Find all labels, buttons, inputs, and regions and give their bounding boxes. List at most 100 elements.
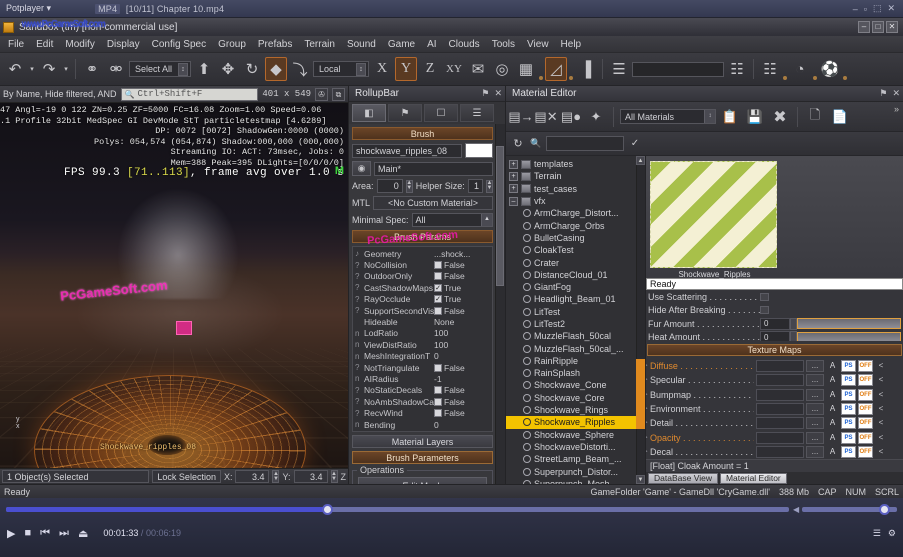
tree-folder-templates[interactable]: + templates	[506, 158, 645, 170]
playlist-icon[interactable]: ☰	[873, 528, 881, 539]
scroll-down-icon[interactable]: ▼	[636, 475, 645, 484]
layer-name-input[interactable]: Main*	[374, 161, 493, 176]
tree-material-item[interactable]: RainSplash	[506, 367, 645, 379]
volume-handle[interactable]	[878, 503, 890, 515]
me-tab-database-view[interactable]: DataBase View	[648, 472, 718, 484]
settings-gear-icon[interactable]: ⚙	[888, 528, 896, 539]
rollup-tab-0[interactable]: ◧	[352, 104, 386, 122]
expand-texture-button[interactable]: <	[875, 446, 887, 458]
tree-material-item[interactable]: Superpunch_Distor...	[506, 465, 645, 477]
tree-folder-vfx[interactable]: – vfx	[506, 195, 645, 207]
texture-path-input[interactable]	[756, 417, 804, 430]
tree-material-item[interactable]: ShockwaveDistorti...	[506, 441, 645, 453]
tree-material-item[interactable]: Crater	[506, 256, 645, 268]
tree-material-item[interactable]: ArmCharge_Orbs	[506, 219, 645, 231]
photoshop-icon[interactable]: PS	[841, 388, 856, 401]
expand-texture-button[interactable]: <	[875, 403, 887, 415]
tree-material-item[interactable]: RainRipple	[506, 355, 645, 367]
texture-maps-header[interactable]: Texture Maps	[647, 343, 902, 356]
assign-texture-button[interactable]: A	[826, 360, 839, 372]
texture-map-row[interactable]: Decal . . . . . . . . . . . . . . . . ..…	[646, 445, 903, 459]
seek-handle[interactable]	[322, 503, 334, 515]
checkbox-icon[interactable]	[434, 283, 442, 292]
property-row[interactable]: Use Scattering . . . . . . . . . . . .	[648, 290, 901, 304]
menu-item-ai[interactable]: AI	[427, 39, 436, 50]
checkbox-icon[interactable]	[434, 306, 442, 315]
tree-material-item[interactable]: GiantFog	[506, 281, 645, 293]
brush-params-header[interactable]: Brush Params	[352, 230, 493, 243]
grid-dropdown-dot-icon[interactable]	[539, 76, 543, 80]
param-row[interactable]: ? SupportSecondVis False	[353, 305, 492, 316]
checkbox-icon[interactable]	[760, 306, 769, 315]
checkbox-icon[interactable]	[434, 397, 442, 406]
viewport-maximize-icon[interactable]: ✇	[315, 87, 328, 101]
goto-position-input[interactable]	[632, 61, 724, 77]
copy-material-icon[interactable]: 📋	[719, 106, 741, 128]
move-tool-icon[interactable]: ✥	[217, 57, 239, 81]
checkbox-icon[interactable]	[434, 295, 442, 304]
param-row[interactable]: ♪ Geometry ...shock...	[353, 248, 492, 259]
material-tree[interactable]: + templates + Terrain + test_cases – vfx ArmChar…	[506, 156, 646, 484]
assign-texture-button[interactable]: A	[826, 446, 839, 458]
checkbox-icon[interactable]	[434, 363, 442, 372]
chevron-down-icon[interactable]: ↕	[178, 62, 188, 76]
material-search-input[interactable]	[546, 136, 624, 151]
next-button[interactable]: ⏭	[59, 527, 69, 540]
axis-x-button[interactable]: X	[371, 57, 393, 81]
undo-button[interactable]: ↶	[4, 57, 26, 81]
chevron-down-icon[interactable]: ▲	[481, 214, 492, 226]
param-value[interactable]: 100	[434, 340, 492, 350]
tree-scroll-thumb[interactable]	[636, 359, 645, 430]
checkbox-icon[interactable]	[760, 292, 769, 301]
tree-material-item[interactable]: MuzzleFlash_50cal_...	[506, 342, 645, 354]
menu-item-sound[interactable]: Sound	[347, 39, 376, 50]
apply-search-icon[interactable]: ✓	[628, 136, 642, 152]
custom-material-button[interactable]: <No Custom Material>	[373, 196, 493, 210]
param-value[interactable]: False	[434, 260, 492, 270]
param-row[interactable]: ? NotTriangulate False	[353, 362, 492, 373]
tree-material-item[interactable]: Shockwave_Rings	[506, 404, 645, 416]
menu-item-edit[interactable]: Edit	[36, 39, 53, 50]
expander-icon[interactable]: –	[509, 196, 518, 206]
tree-material-item[interactable]: Shockwave_Ripples	[506, 416, 645, 429]
photoshop-icon[interactable]: PS	[841, 417, 856, 430]
terrain-dropdown-dot-icon[interactable]	[813, 76, 817, 80]
param-value[interactable]: -1	[434, 374, 492, 384]
y-value-input[interactable]: 3.4	[293, 470, 328, 483]
param-value[interactable]: False	[434, 385, 492, 395]
select-tool-icon[interactable]: ⬆	[193, 57, 215, 81]
assign-texture-button[interactable]: A	[826, 374, 839, 386]
expand-texture-button[interactable]: <	[875, 432, 887, 444]
assign-texture-button[interactable]: A	[826, 417, 839, 429]
param-row[interactable]: n ViewDistRatio 100	[353, 339, 492, 350]
expand-texture-button[interactable]: <	[875, 389, 887, 401]
property-row[interactable]: Heat Amount . . . . . . . . . . . . .0	[648, 331, 901, 341]
param-value[interactable]: False	[434, 408, 492, 418]
rollup-tab-2[interactable]: ☐	[424, 104, 458, 122]
seek-slider[interactable]	[6, 503, 789, 515]
tree-material-item[interactable]: CloakTest	[506, 244, 645, 256]
param-row[interactable]: ? NoCollision False	[353, 259, 492, 270]
menu-item-game[interactable]: Game	[388, 39, 415, 50]
texture-path-input[interactable]	[756, 360, 804, 373]
checkbox-icon[interactable]	[434, 272, 442, 281]
browse-texture-button[interactable]: ...	[806, 360, 824, 373]
texture-path-input[interactable]	[756, 445, 804, 458]
menu-item-prefabs[interactable]: Prefabs	[258, 39, 292, 50]
tree-material-item[interactable]: Superpunch_Mesh...	[506, 478, 645, 484]
param-row[interactable]: Hideable None	[353, 316, 492, 327]
toggle-off-button[interactable]: OFF	[858, 417, 873, 430]
property-row[interactable]: Fur Amount . . . . . . . . . . . . . .0	[648, 317, 901, 331]
minimal-spec-combo[interactable]: All ▲	[411, 213, 493, 227]
material-dropdown-dot-icon[interactable]	[843, 76, 847, 80]
param-row[interactable]: n AIRadius -1	[353, 373, 492, 384]
param-row[interactable]: ? NoAmbShadowCa False	[353, 396, 492, 407]
scroll-up-icon[interactable]: ▲	[636, 156, 645, 165]
texture-path-input[interactable]	[756, 431, 804, 444]
mail-icon[interactable]: ✉	[467, 57, 489, 81]
tree-folder-test_cases[interactable]: + test_cases	[506, 183, 645, 195]
toggle-off-button[interactable]: OFF	[858, 388, 873, 401]
refresh-icon[interactable]: ↻	[510, 136, 526, 152]
rollup-scrollbar[interactable]	[495, 124, 505, 484]
snap-to-terrain-icon[interactable]: ⤵	[289, 57, 311, 81]
